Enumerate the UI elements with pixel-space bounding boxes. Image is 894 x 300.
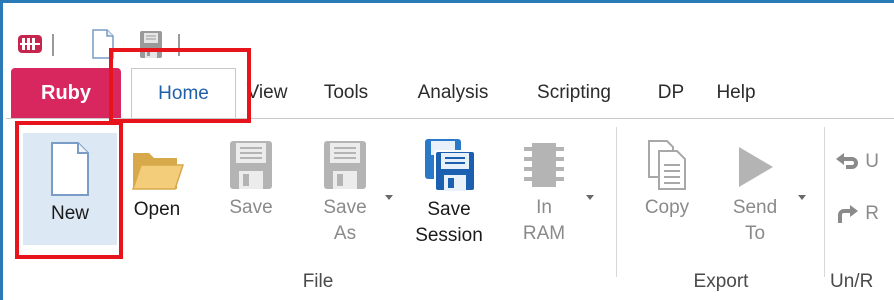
- copy-button[interactable]: Copy: [632, 133, 702, 221]
- in-ram-dropdown-icon[interactable]: [586, 195, 594, 200]
- send-to-dropdown-icon[interactable]: [798, 195, 806, 200]
- save-session-label-line2: Session: [415, 225, 483, 246]
- tab-help[interactable]: Help: [706, 68, 766, 118]
- save-as-label-line1: Save: [323, 197, 367, 218]
- save-session-icon: [425, 139, 475, 192]
- app-window: Ruby Home View Tools Analysis Scripting …: [0, 0, 894, 300]
- redo-button[interactable]: R: [834, 203, 879, 225]
- save-button[interactable]: Save: [216, 133, 286, 221]
- tab-analysis[interactable]: Analysis: [398, 68, 508, 118]
- save-session-label-line1: Save: [427, 199, 471, 220]
- memory-chip-icon: [524, 143, 564, 187]
- tab-scripting[interactable]: Scripting: [514, 68, 634, 118]
- annotation-box-new: [15, 121, 123, 259]
- copy-icon: [648, 140, 686, 190]
- save-label: Save: [229, 197, 273, 218]
- save-session-button[interactable]: Save Session: [406, 133, 492, 249]
- folder-open-icon: [131, 153, 185, 190]
- tab-tools[interactable]: Tools: [306, 68, 386, 118]
- file-group-label: File: [302, 271, 334, 292]
- redo-icon: [838, 205, 858, 223]
- send-to-label-line1: Send: [732, 197, 778, 218]
- tab-ruby[interactable]: Ruby: [11, 68, 121, 118]
- copy-label: Copy: [644, 197, 690, 218]
- export-group-label: Export: [693, 271, 749, 292]
- open-button[interactable]: Open: [119, 133, 195, 223]
- tab-dp[interactable]: DP: [646, 68, 696, 118]
- save-as-disk-icon: [324, 141, 366, 189]
- toolbar-separator: [52, 34, 54, 56]
- save-disk-icon: [230, 141, 272, 189]
- save-as-button[interactable]: Save As: [306, 133, 384, 247]
- send-to-label-line2: To: [744, 223, 766, 244]
- ribbon-panel: New Open Save Save As Save Session In RA…: [6, 118, 894, 300]
- play-arrow-icon: [739, 147, 773, 187]
- undo-button[interactable]: U: [834, 151, 879, 173]
- group-separator: [824, 127, 825, 277]
- in-ram-label-line1: In: [536, 197, 552, 218]
- app-logo-icon: [18, 35, 42, 53]
- annotation-box-home: [109, 48, 251, 123]
- open-label: Open: [133, 199, 181, 220]
- redo-label: R: [865, 203, 880, 225]
- in-ram-label-line2: RAM: [522, 223, 566, 244]
- save-as-dropdown-icon[interactable]: [385, 195, 393, 200]
- send-to-button[interactable]: Send To: [714, 133, 796, 247]
- in-ram-button[interactable]: In RAM: [504, 133, 584, 247]
- group-separator: [616, 127, 617, 277]
- undo-label: U: [865, 151, 880, 173]
- save-as-label-line2: As: [333, 223, 357, 244]
- undo-icon: [836, 153, 858, 169]
- undo-redo-group-label: Un/R: [830, 271, 874, 292]
